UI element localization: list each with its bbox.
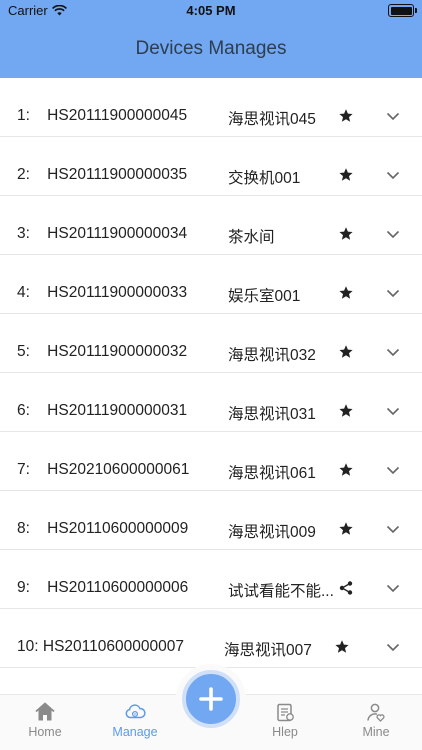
user-heart-icon xyxy=(367,703,385,722)
chevron-down-icon[interactable] xyxy=(385,403,401,419)
star-icon[interactable] xyxy=(338,521,354,537)
star-icon[interactable] xyxy=(338,462,354,478)
add-device-button[interactable] xyxy=(182,670,240,728)
device-index: 1: xyxy=(17,107,30,124)
chevron-down-icon[interactable] xyxy=(385,462,401,478)
status-bar: Carrier 4:05 PM xyxy=(0,0,422,22)
device-id: HS20210600000061 xyxy=(47,461,190,478)
device-index: 8: xyxy=(17,520,30,537)
device-id: HS20110600000009 xyxy=(47,520,189,537)
device-index: 7: xyxy=(17,461,30,478)
battery-icon xyxy=(388,4,417,17)
clock: 4:05 PM xyxy=(186,3,236,18)
device-name: 海思视讯032 xyxy=(228,347,316,364)
chevron-down-icon[interactable] xyxy=(385,344,401,360)
star-icon[interactable] xyxy=(338,108,354,124)
tab-help[interactable]: Hlep xyxy=(245,695,325,750)
device-name: 海思视讯031 xyxy=(228,406,316,423)
star-icon[interactable] xyxy=(338,344,354,360)
device-row[interactable]: 2: HS20111900000035 交换机001 xyxy=(0,137,422,196)
tab-home-label: Home xyxy=(28,725,62,739)
add-device-fab-container xyxy=(176,664,246,734)
chevron-down-icon[interactable] xyxy=(385,226,401,242)
device-row[interactable]: 3: HS20111900000034 茶水间 xyxy=(0,196,422,255)
device-id: HS20110600000007 xyxy=(42,638,184,655)
device-name: 试试看能不能... xyxy=(228,583,334,600)
star-icon[interactable] xyxy=(338,226,354,242)
chevron-down-icon[interactable] xyxy=(385,285,401,301)
star-icon[interactable] xyxy=(338,167,354,183)
chevron-down-icon[interactable] xyxy=(385,639,401,655)
device-row[interactable]: 10: HS20110600000007 海思视讯007 xyxy=(0,609,422,668)
tab-home[interactable]: Home xyxy=(5,695,85,750)
chevron-down-icon[interactable] xyxy=(385,521,401,537)
device-name: 海思视讯007 xyxy=(224,642,312,659)
device-id: HS20111900000033 xyxy=(47,284,188,301)
tab-mine[interactable]: Mine xyxy=(336,695,416,750)
plus-icon xyxy=(199,687,223,711)
header-bar: Carrier 4:05 PM Devices Manages xyxy=(0,0,422,78)
tab-help-label: Hlep xyxy=(272,725,298,739)
device-id: HS20111900000034 xyxy=(47,225,188,242)
device-id: HS20111900000035 xyxy=(47,166,188,183)
tab-manage[interactable]: Manage xyxy=(95,695,175,750)
star-icon[interactable] xyxy=(334,639,350,655)
device-row[interactable]: 6: HS20111900000031 海思视讯031 xyxy=(0,373,422,432)
device-name: 茶水间 xyxy=(228,229,275,246)
device-index: 3: xyxy=(17,225,30,242)
device-row[interactable]: 4: HS20111900000033 娱乐室001 xyxy=(0,255,422,314)
clipboard-icon xyxy=(277,703,294,722)
device-name: 海思视讯009 xyxy=(228,524,316,541)
device-index: 4: xyxy=(17,284,30,301)
device-id: HS20111900000045 xyxy=(47,107,188,124)
device-row[interactable]: 1: HS20111900000045 海思视讯045 xyxy=(0,78,422,137)
device-name: 娱乐室001 xyxy=(228,288,301,305)
device-index: 9: xyxy=(17,579,30,596)
device-id: HS20111900000032 xyxy=(47,343,188,360)
device-row[interactable]: 5: HS20111900000032 海思视讯032 xyxy=(0,314,422,373)
tab-manage-label: Manage xyxy=(112,725,158,739)
device-list: 1: HS20111900000045 海思视讯045 2: HS2011190… xyxy=(0,78,422,668)
device-id: HS20110600000006 xyxy=(47,579,189,596)
chevron-down-icon[interactable] xyxy=(385,108,401,124)
home-icon xyxy=(35,702,55,721)
star-icon[interactable] xyxy=(338,285,354,301)
device-id: HS20111900000031 xyxy=(47,402,188,419)
device-row[interactable]: 9: HS20110600000006 试试看能不能... xyxy=(0,550,422,609)
device-index: 2: xyxy=(17,166,30,183)
device-name: 海思视讯061 xyxy=(228,465,316,482)
device-row[interactable]: 8: HS20110600000009 海思视讯009 xyxy=(0,491,422,550)
device-row[interactable]: 7: HS20210600000061 海思视讯061 xyxy=(0,432,422,491)
tab-mine-label: Mine xyxy=(362,725,390,739)
device-index: 5: xyxy=(17,343,30,360)
device-name: 海思视讯045 xyxy=(228,111,316,128)
page-title: Devices Manages xyxy=(135,38,287,59)
chevron-down-icon[interactable] xyxy=(385,580,401,596)
device-index: 6: xyxy=(17,402,30,419)
device-index: 10: xyxy=(17,638,39,655)
device-name: 交换机001 xyxy=(228,170,301,187)
cloud-gear-icon xyxy=(125,704,146,719)
share-icon[interactable] xyxy=(338,580,354,596)
chevron-down-icon[interactable] xyxy=(385,167,401,183)
star-icon[interactable] xyxy=(338,403,354,419)
